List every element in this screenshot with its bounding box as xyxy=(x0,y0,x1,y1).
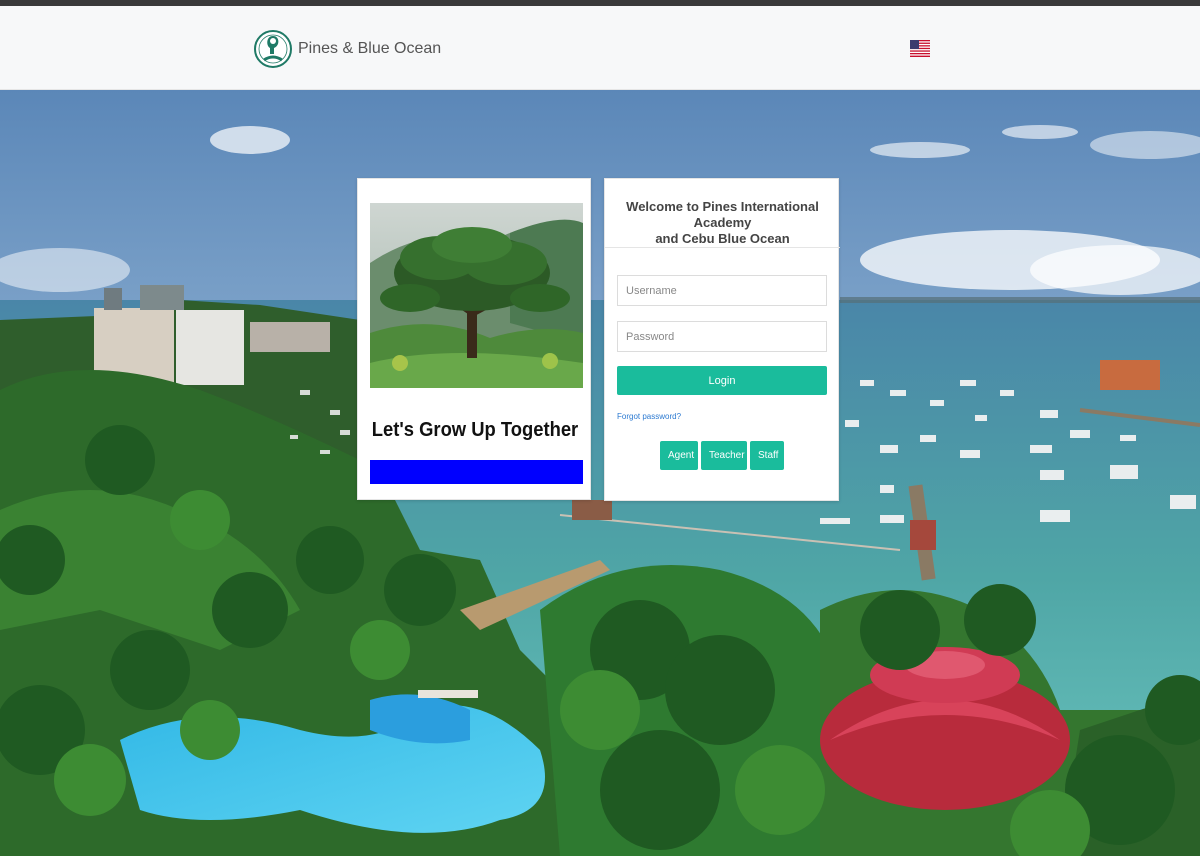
navbar: Pines & Blue Ocean xyxy=(0,6,1200,90)
agent-button[interactable]: Agent xyxy=(660,441,698,470)
hero-background xyxy=(0,90,1200,856)
accent-bar xyxy=(370,460,583,484)
login-button[interactable]: Login xyxy=(617,366,827,395)
pines-academy-logo-icon xyxy=(254,30,292,68)
welcome-line-2: and Cebu Blue Ocean xyxy=(655,231,790,246)
staff-button[interactable]: Staff xyxy=(750,441,784,470)
tagline: Let's Grow Up Together xyxy=(371,419,579,441)
login-card: Welcome to Pines International Academy a… xyxy=(604,178,840,501)
forgot-password-link[interactable]: Forgot password? xyxy=(617,412,681,421)
welcome-line-1: Welcome to Pines International Academy xyxy=(626,199,819,230)
promo-card: Let's Grow Up Together xyxy=(357,178,591,500)
username-input[interactable] xyxy=(617,275,827,306)
brand-link[interactable]: Pines & Blue Ocean xyxy=(254,24,441,74)
tree-photo-icon xyxy=(370,203,583,388)
teacher-button[interactable]: Teacher xyxy=(701,441,747,470)
coastline-photo xyxy=(0,90,1200,856)
divider xyxy=(605,247,840,248)
brand-name: Pines & Blue Ocean xyxy=(298,40,442,57)
welcome-heading: Welcome to Pines International Academy a… xyxy=(605,199,840,247)
us-flag-icon[interactable] xyxy=(910,40,930,57)
role-buttons: Agent Teacher Staff xyxy=(660,441,784,470)
password-input[interactable] xyxy=(617,321,827,352)
